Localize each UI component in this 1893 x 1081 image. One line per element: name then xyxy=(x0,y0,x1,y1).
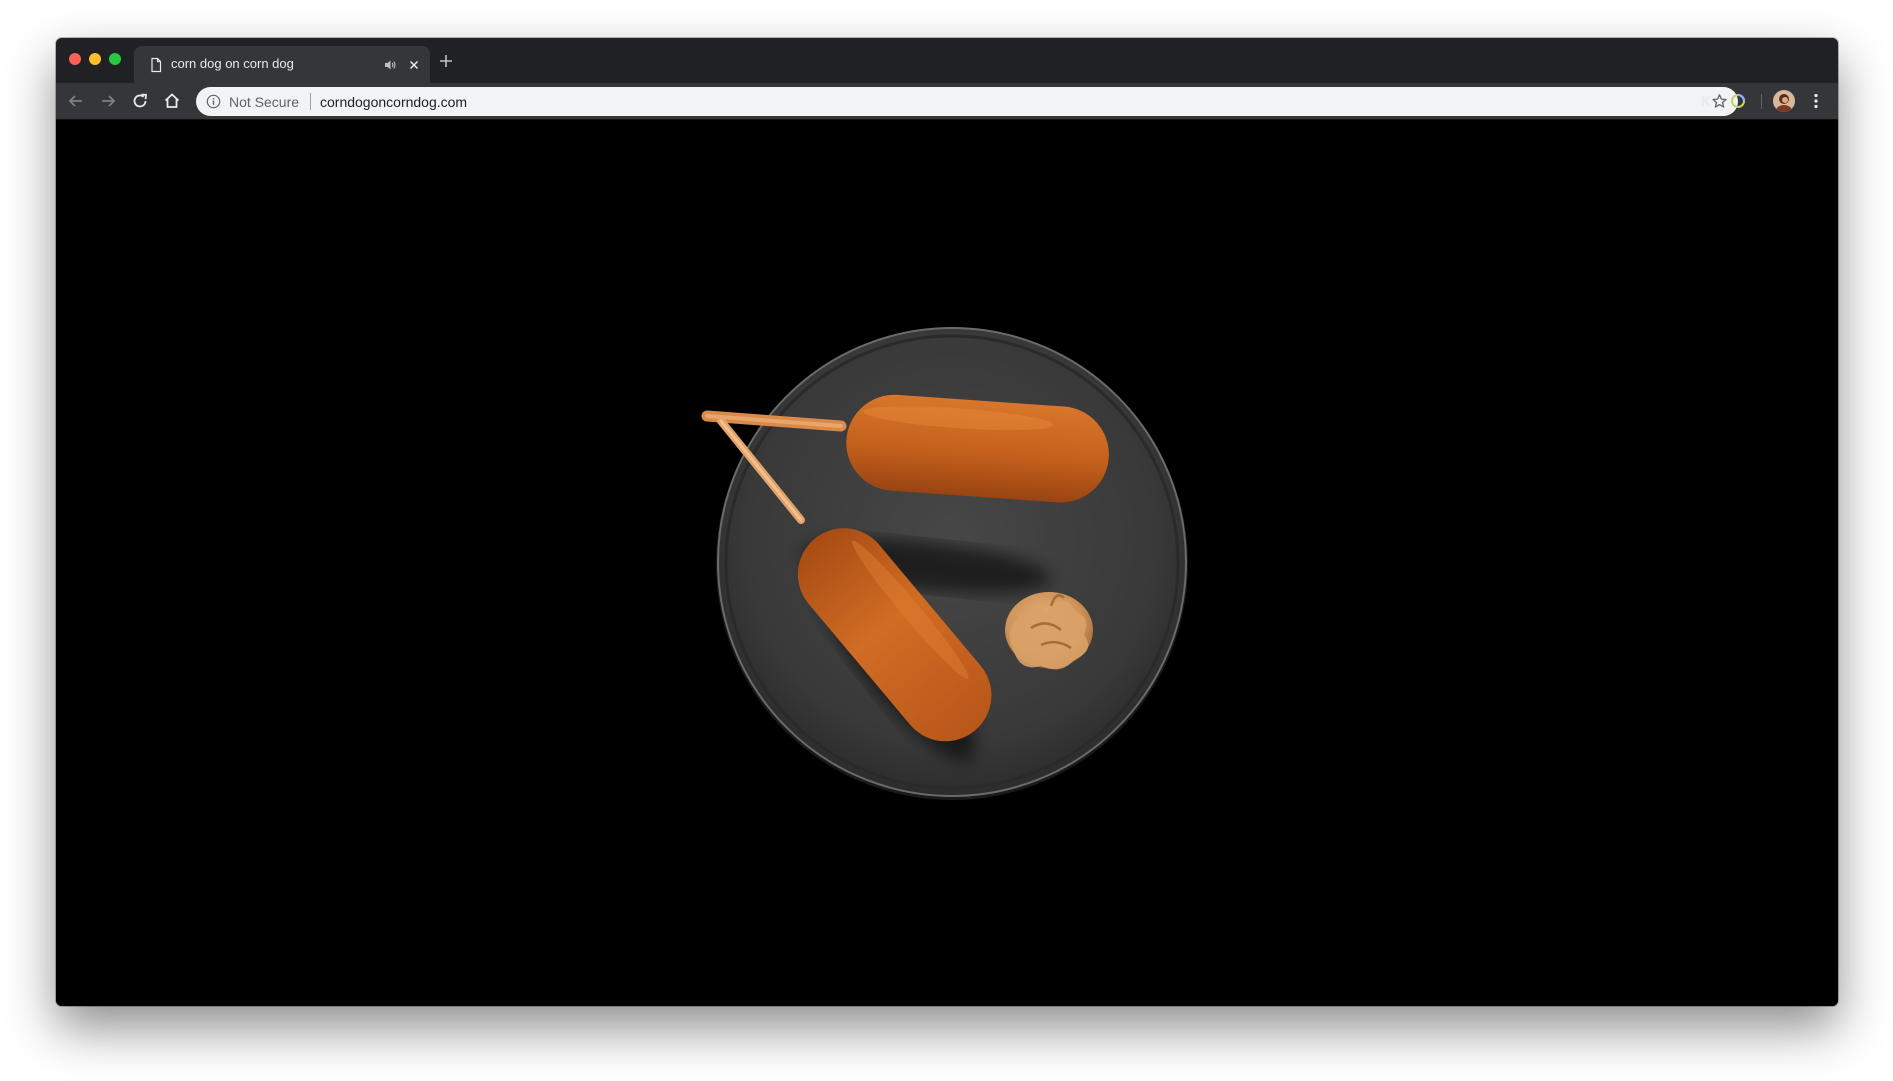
zoom-window-button[interactable] xyxy=(109,53,121,65)
tab-title: corn dog on corn dog xyxy=(171,56,294,71)
toolbar-divider xyxy=(1761,94,1762,109)
ring-extension-icon[interactable] xyxy=(1727,90,1749,112)
minimize-window-button[interactable] xyxy=(89,53,101,65)
corn-dog-photo xyxy=(56,120,1838,1006)
k-extension-icon[interactable]: K xyxy=(1695,90,1717,112)
avatar[interactable] xyxy=(1773,90,1795,112)
toolbar: Not Secure K xyxy=(56,83,1838,120)
home-icon[interactable] xyxy=(161,90,183,112)
new-tab-button[interactable] xyxy=(436,51,456,71)
page-icon xyxy=(148,57,164,73)
tab-strip: corn dog on corn dog xyxy=(56,38,1838,83)
speaker-icon[interactable] xyxy=(383,58,397,72)
security-label[interactable]: Not Secure xyxy=(229,94,299,110)
tab-active[interactable]: corn dog on corn dog xyxy=(134,46,430,83)
arrow-left-icon[interactable] xyxy=(65,90,87,112)
reload-icon[interactable] xyxy=(129,90,151,112)
url-input[interactable] xyxy=(320,94,1680,110)
close-window-button[interactable] xyxy=(69,53,81,65)
close-tab-icon[interactable] xyxy=(407,58,421,72)
page-content xyxy=(56,120,1838,1006)
info-icon[interactable] xyxy=(206,94,221,109)
omnibox-separator xyxy=(310,93,311,110)
browser-window: corn dog on corn dog Not Secure corndogo… xyxy=(56,38,1838,1006)
arrow-right-icon[interactable] xyxy=(97,90,119,112)
address-bar[interactable]: Not Secure xyxy=(196,87,1738,116)
kebab-menu-icon[interactable] xyxy=(1805,90,1827,112)
